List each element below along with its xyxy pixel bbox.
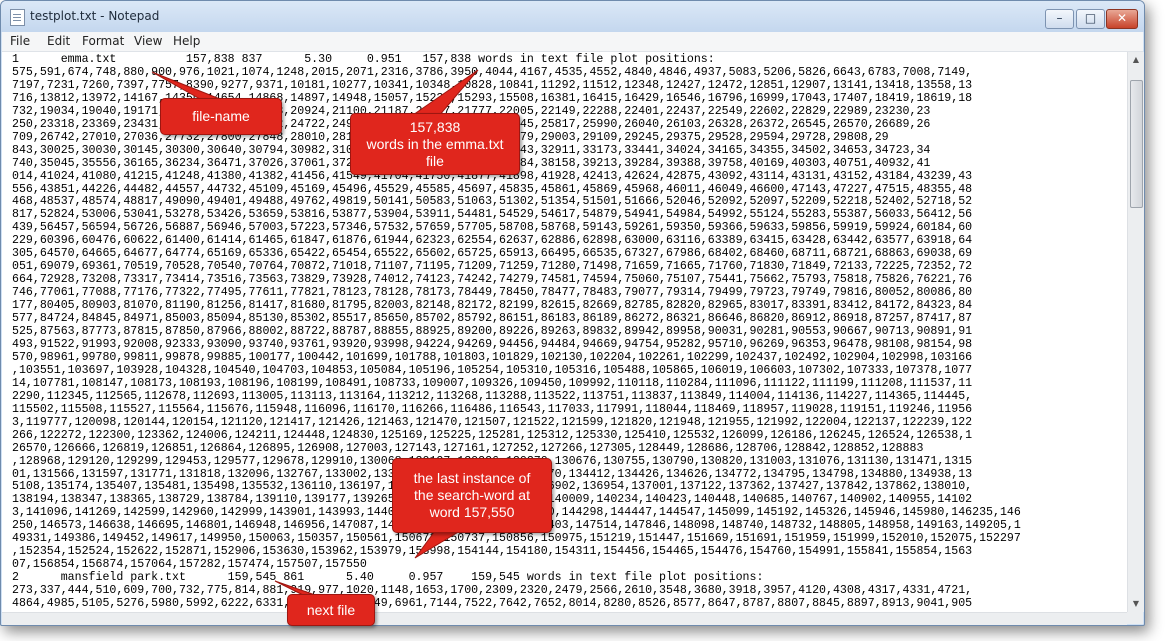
maximize-button[interactable]: □ bbox=[1076, 9, 1105, 29]
vertical-scrollbar[interactable]: ▲ ▼ bbox=[1127, 52, 1144, 612]
minimize-button[interactable]: – bbox=[1045, 9, 1074, 29]
minimize-icon: – bbox=[1056, 11, 1063, 25]
menu-edit[interactable]: Edit bbox=[47, 34, 70, 48]
menu-bar: File Edit Format View Help bbox=[2, 32, 1143, 52]
window-title: testplot.txt - Notepad bbox=[30, 9, 160, 23]
callout-last-instance: the last instance of the search-word at … bbox=[392, 458, 552, 533]
notepad-window: testplot.txt - Notepad – □ ✕ File Edit F… bbox=[0, 0, 1145, 626]
maximize-icon: □ bbox=[1084, 11, 1097, 25]
callout-next-file: next file bbox=[287, 594, 375, 626]
notepad-icon bbox=[10, 9, 25, 26]
menu-view[interactable]: View bbox=[134, 34, 162, 48]
text-editor[interactable]: 1 emma.txt 157,838 837 5.30 0.951 157,83… bbox=[2, 52, 1127, 612]
scroll-corner bbox=[1127, 612, 1143, 624]
close-icon: ✕ bbox=[1116, 11, 1128, 25]
close-button[interactable]: ✕ bbox=[1106, 9, 1138, 29]
title-bar[interactable]: testplot.txt - Notepad – □ ✕ bbox=[1, 1, 1144, 32]
menu-help[interactable]: Help bbox=[173, 34, 200, 48]
scroll-thumb[interactable] bbox=[1130, 80, 1143, 208]
editor-content[interactable]: 1 emma.txt 157,838 837 5.30 0.951 157,83… bbox=[2, 52, 1127, 611]
scroll-up-icon[interactable]: ▲ bbox=[1128, 52, 1144, 68]
scroll-down-icon[interactable]: ▼ bbox=[1128, 596, 1144, 612]
menu-format[interactable]: Format bbox=[82, 34, 124, 48]
menu-file[interactable]: File bbox=[10, 34, 30, 48]
callout-word-count: 157,838 words in the emma.txt file bbox=[350, 113, 520, 175]
bottom-border bbox=[2, 612, 1127, 625]
callout-file-name: file-name bbox=[160, 98, 282, 135]
